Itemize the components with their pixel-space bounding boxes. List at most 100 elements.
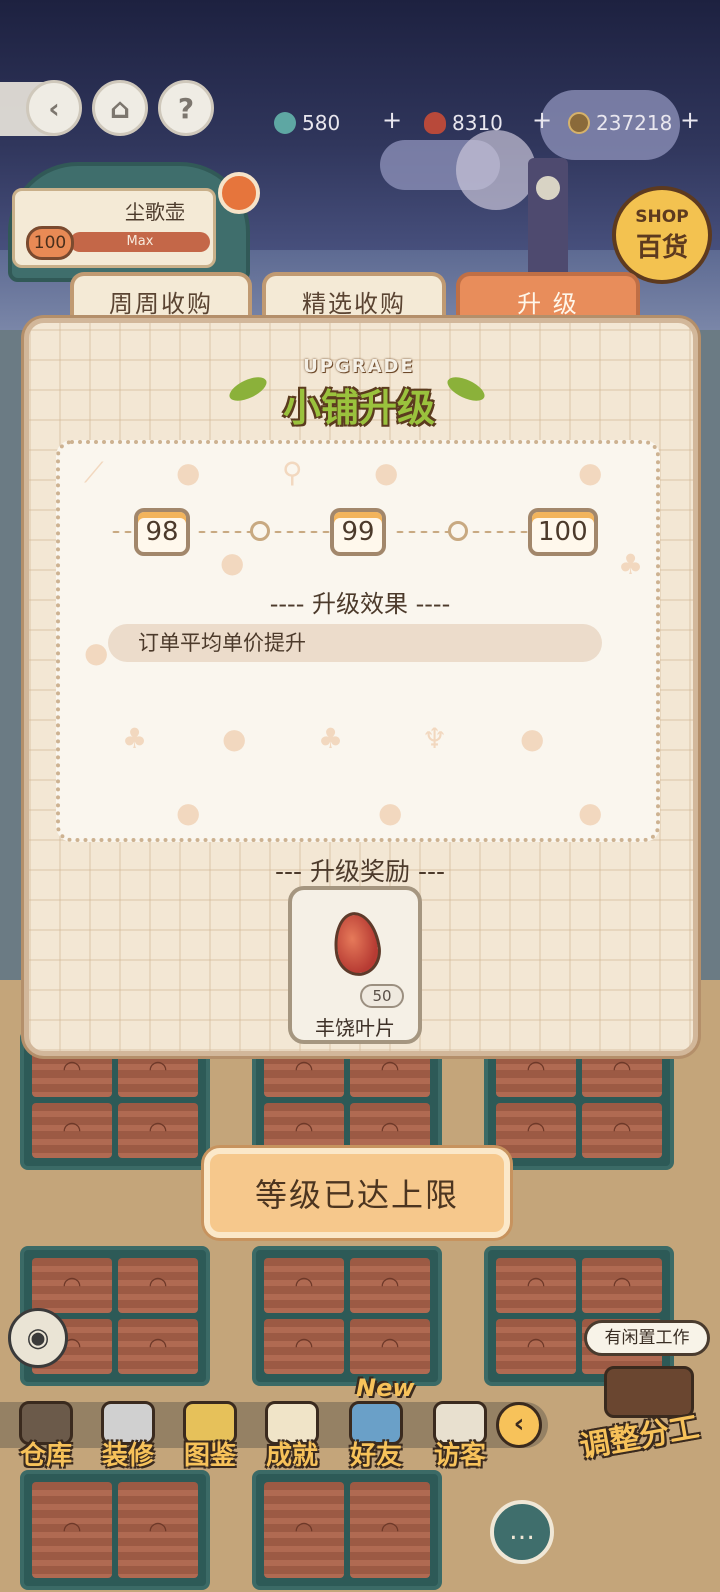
garlic-decoration-icon: ● bbox=[176, 796, 201, 829]
idle-work-bubble: 有闲置工作 bbox=[584, 1320, 710, 1356]
max-level-button[interactable]: 等级已达上限 bbox=[204, 1148, 510, 1238]
upgrade-effect-heading: ---- 升级效果 ---- bbox=[269, 590, 451, 618]
shell-icon: ◠ bbox=[350, 1482, 430, 1578]
apple-decoration-icon: ● bbox=[84, 636, 109, 669]
panel-title-zh: 小铺升级 bbox=[282, 386, 435, 430]
shell-icon: ◠ bbox=[582, 1103, 662, 1158]
new-badge: New bbox=[356, 1374, 415, 1402]
shop-badge-zh: 百货 bbox=[635, 232, 688, 263]
coin-currency: 237218 bbox=[568, 108, 672, 138]
level-path-node bbox=[250, 521, 270, 541]
nav-decorate-label: 装修 bbox=[101, 1441, 154, 1471]
add-gem-button[interactable]: + bbox=[382, 106, 402, 134]
level-99-box: 99 bbox=[330, 508, 386, 556]
shell-icon: ◠ bbox=[118, 1482, 198, 1578]
sun-icon[interactable] bbox=[218, 172, 260, 214]
tomato-decoration-icon: ● bbox=[578, 796, 603, 829]
shop-level-badge: 100 bbox=[26, 226, 74, 260]
shell-icon: ◠ bbox=[496, 1103, 576, 1158]
shell-icon: ◠ bbox=[264, 1319, 344, 1374]
nav-decorate[interactable]: 装修 bbox=[86, 1388, 170, 1472]
farm-plot[interactable]: ◠ ◠ bbox=[252, 1470, 442, 1590]
add-coin-button[interactable]: + bbox=[680, 106, 700, 134]
leaf-icon bbox=[424, 112, 446, 134]
shell-icon: ◠ bbox=[582, 1258, 662, 1313]
leaf-amount: 8310 bbox=[452, 111, 503, 135]
moon-decoration bbox=[456, 130, 536, 210]
eye-icon: ◉ bbox=[26, 1323, 50, 1353]
back-button[interactable]: ‹ bbox=[26, 80, 82, 136]
add-leaf-button[interactable]: + bbox=[532, 106, 552, 134]
panel-title: UPGRADE 小铺升级 bbox=[224, 352, 494, 436]
shop-badge-en: SHOP bbox=[635, 206, 689, 227]
chat-bubble-icon: … bbox=[509, 1516, 535, 1546]
farm-plot[interactable]: ◠◠ ◠◠ bbox=[484, 1246, 674, 1386]
pumpkin-decoration-icon: ● bbox=[222, 722, 247, 755]
tomato-decoration-icon: ● bbox=[578, 456, 603, 489]
shovel-decoration-icon: ⚲ bbox=[282, 456, 303, 489]
nav-friends-label: 好友 bbox=[349, 1441, 402, 1471]
shell-icon: ◠ bbox=[350, 1258, 430, 1313]
shell-icon: ◠ bbox=[32, 1103, 112, 1158]
department-store-button[interactable]: SHOP 百货 bbox=[612, 186, 712, 284]
panel-title-en: UPGRADE bbox=[303, 356, 415, 377]
nav-visitors-label: 访客 bbox=[433, 1441, 486, 1471]
mushroom-decoration-icon: ♣ bbox=[318, 722, 344, 755]
clock-tower-decoration bbox=[528, 158, 568, 278]
mushroom-decoration-icon: ♣ bbox=[122, 722, 148, 755]
sprout-decoration-icon: ♆ bbox=[422, 722, 448, 755]
shop-name: 尘歌壶 bbox=[125, 200, 185, 224]
upgrade-reward-heading: --- 升级奖励 --- bbox=[274, 857, 446, 886]
nav-achievements[interactable]: 成就 bbox=[250, 1388, 334, 1472]
garlic-decoration-icon: ● bbox=[176, 456, 201, 489]
nav-collection[interactable]: 图鉴 bbox=[168, 1388, 252, 1472]
home-icon: ⌂ bbox=[109, 91, 131, 125]
shell-icon: ◠ bbox=[350, 1319, 430, 1374]
back-arrow-icon: ‹ bbox=[48, 91, 60, 125]
reward-name: 丰饶叶片 bbox=[315, 1016, 395, 1040]
level-path-dots bbox=[394, 530, 450, 534]
shell-icon: ◠ bbox=[496, 1258, 576, 1313]
shell-icon: ◠ bbox=[118, 1319, 198, 1374]
nav-achievements-label: 成就 bbox=[265, 1441, 318, 1471]
collapse-nav-button[interactable]: ‹ bbox=[496, 1402, 542, 1448]
shell-icon: ◠ bbox=[118, 1103, 198, 1158]
shell-icon: ◠ bbox=[264, 1258, 344, 1313]
pumpkin-decoration-icon: ● bbox=[220, 546, 245, 579]
level-path-dots bbox=[196, 530, 252, 534]
nav-visitors[interactable]: 访客 bbox=[418, 1388, 502, 1472]
level-path-node bbox=[448, 521, 468, 541]
gem-icon bbox=[274, 112, 296, 134]
coin-amount: 237218 bbox=[596, 111, 673, 135]
question-mark-icon: ? bbox=[177, 91, 195, 125]
shell-icon: ◠ bbox=[264, 1482, 344, 1578]
chat-button[interactable]: … bbox=[490, 1500, 554, 1564]
reward-quantity: 50 bbox=[360, 984, 404, 1008]
shell-icon: ◠ bbox=[32, 1482, 112, 1578]
level-path-dots bbox=[110, 530, 134, 534]
help-button[interactable]: ? bbox=[158, 80, 214, 136]
shell-icon: ◠ bbox=[496, 1319, 576, 1374]
upgrade-effect-text: 订单平均单价提升 bbox=[108, 624, 602, 662]
mushroom-decoration-icon: ♣ bbox=[618, 548, 644, 581]
gem-currency: 580 bbox=[274, 108, 340, 138]
level-path-dots bbox=[272, 530, 330, 534]
gem-amount: 580 bbox=[302, 111, 341, 135]
apple-decoration-icon: ● bbox=[374, 456, 399, 489]
level-path-dots bbox=[470, 530, 528, 534]
visibility-toggle-button[interactable]: ◉ bbox=[8, 1308, 68, 1368]
apple-decoration-icon: ● bbox=[378, 796, 403, 829]
home-button[interactable]: ⌂ bbox=[92, 80, 148, 136]
chevron-left-icon: ‹ bbox=[513, 1409, 525, 1439]
level-98-box: 98 bbox=[134, 508, 190, 556]
farm-plot[interactable]: ◠ ◠ bbox=[20, 1470, 210, 1590]
leaf-currency: 8310 bbox=[424, 108, 503, 138]
nav-warehouse-label: 仓库 bbox=[19, 1441, 72, 1471]
shell-icon: ◠ bbox=[118, 1258, 198, 1313]
carrot-decoration-icon: ⟋ bbox=[84, 456, 104, 489]
level-100-box: 100 bbox=[528, 508, 598, 556]
nav-warehouse[interactable]: 仓库 bbox=[4, 1388, 88, 1472]
farm-plot[interactable]: ◠◠ ◠◠ bbox=[252, 1246, 442, 1386]
pumpkin-decoration-icon: ● bbox=[520, 722, 545, 755]
shell-icon: ◠ bbox=[32, 1258, 112, 1313]
